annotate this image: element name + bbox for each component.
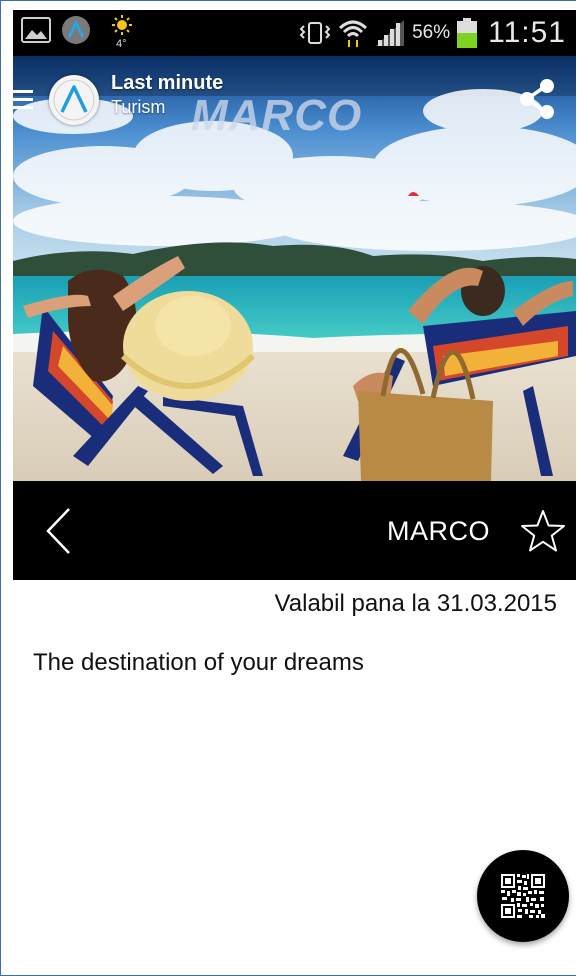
qr-code-button[interactable] <box>477 850 569 942</box>
battery-icon <box>457 18 478 48</box>
offer-title: MARCO <box>387 516 490 546</box>
app-subtitle: Turism <box>111 97 166 117</box>
qr-code-icon <box>500 873 546 919</box>
weather-sun-icon: 4° <box>112 15 132 49</box>
status-bar: 4° 56% 11:51 <box>13 10 576 56</box>
app-logo-icon <box>62 16 90 44</box>
battery-percent: 56% <box>412 22 451 43</box>
app-screen: 4° 56% 11:51 Last minute Turism MARCO MA… <box>0 0 576 976</box>
status-time: 11:51 <box>488 16 566 49</box>
wifi-icon <box>339 20 368 47</box>
hero-image: Last minute Turism MARCO <box>13 56 576 481</box>
validity-text: Valabil pana la 31.03.2015 <box>274 590 557 617</box>
share-icon[interactable] <box>518 78 556 120</box>
signal-icon <box>376 20 405 46</box>
back-arrow-icon[interactable] <box>43 506 73 556</box>
brand-watermark: MARCO <box>191 91 363 140</box>
weather-temp: 4° <box>116 38 127 49</box>
title-bar: MARCO <box>13 481 576 580</box>
image-icon <box>21 17 51 43</box>
app-logo-icon[interactable] <box>49 75 99 125</box>
menu-icon[interactable] <box>13 87 37 113</box>
offer-description: The destination of your dreams <box>33 649 364 676</box>
vibrate-icon <box>299 22 331 44</box>
star-outline-icon[interactable] <box>520 508 566 554</box>
